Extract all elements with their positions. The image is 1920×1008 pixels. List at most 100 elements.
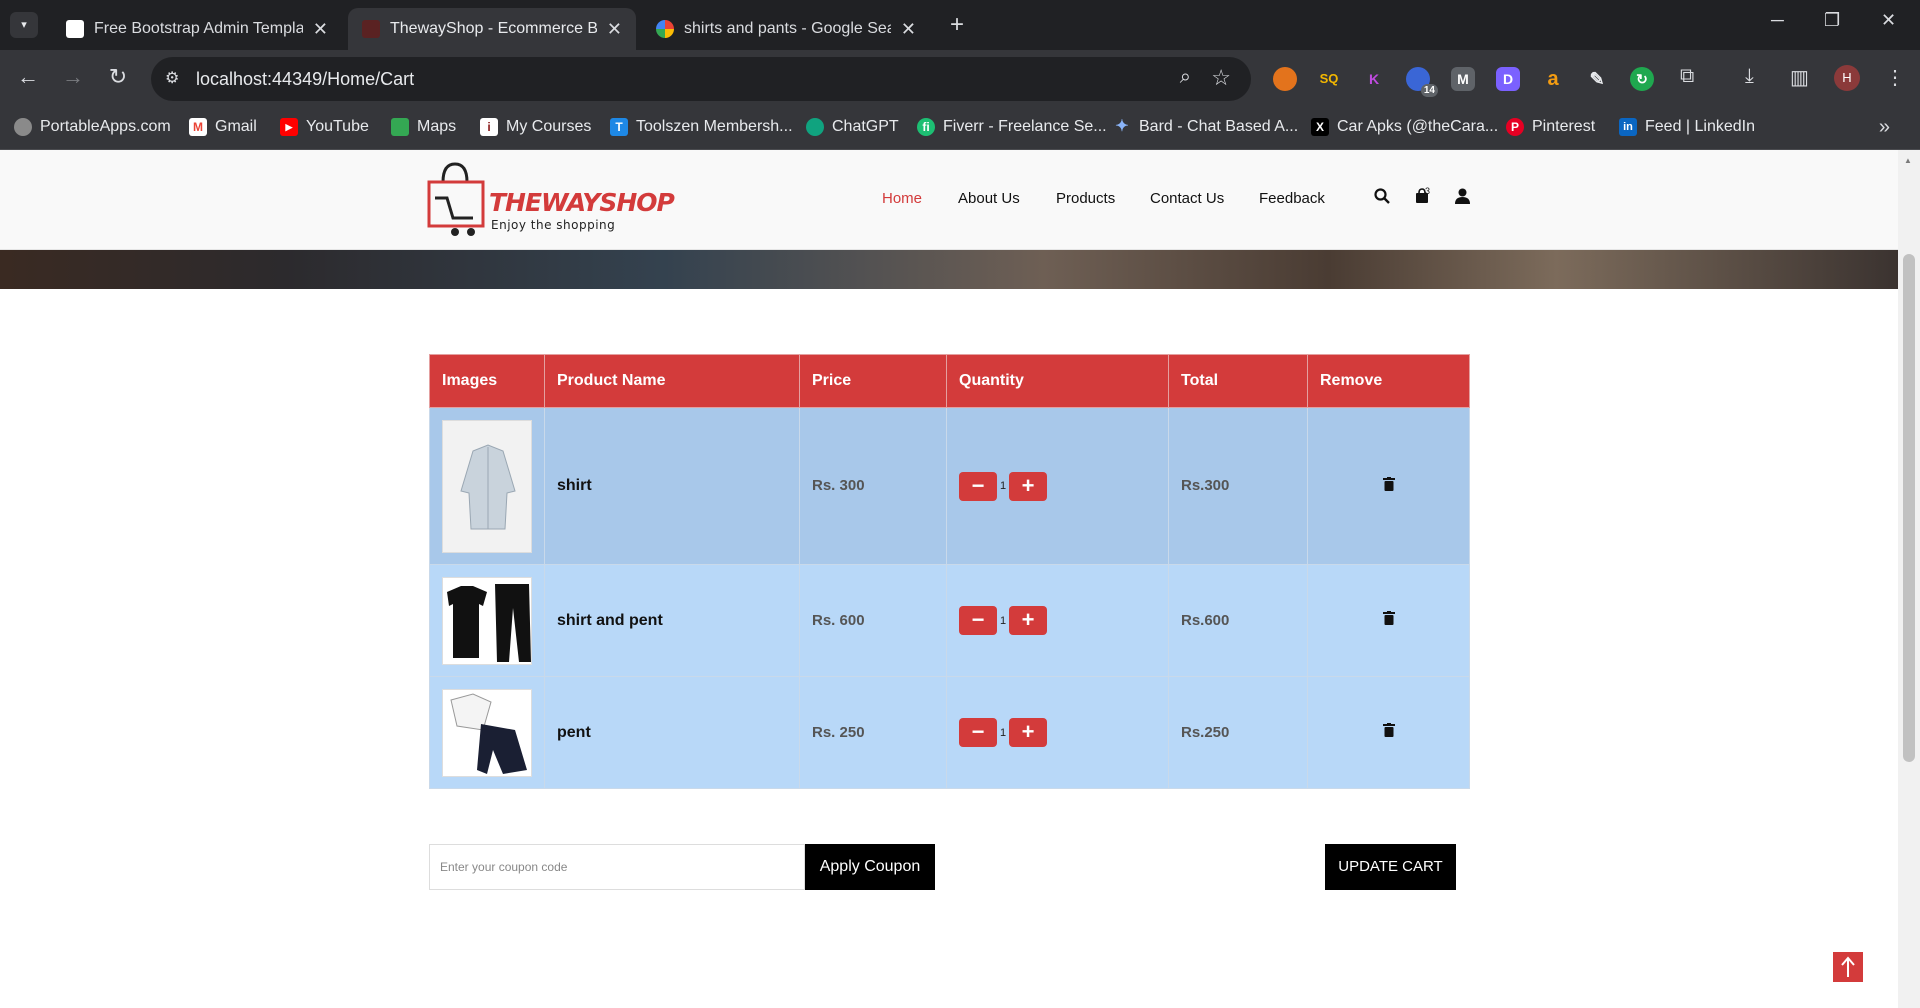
product-name[interactable]: pent — [557, 724, 591, 741]
google-favicon-icon — [656, 20, 674, 38]
extension-loop-icon[interactable]: 14 — [1406, 67, 1438, 97]
fiverr-icon: fi — [917, 118, 935, 136]
cart-count-badge: 3 — [1425, 186, 1431, 196]
bookmark-car-apks[interactable]: X Car Apks (@theCara... — [1311, 118, 1498, 136]
site-info-icon[interactable]: ⚙ — [165, 68, 179, 88]
coupon-code-input[interactable]: Enter your coupon code — [429, 844, 805, 890]
decrease-quantity-button[interactable]: − — [959, 718, 997, 747]
update-cart-button[interactable]: UPDATE CART — [1325, 844, 1456, 890]
nav-contact-us[interactable]: Contact Us — [1150, 190, 1224, 207]
trash-icon[interactable] — [1320, 611, 1457, 630]
page-viewport: THEWAYSHOP Enjoy the shopping Home About… — [0, 150, 1898, 1008]
tab-title: shirts and pants - Google Search — [684, 20, 891, 37]
bookmark-linkedin[interactable]: in Feed | LinkedIn — [1619, 118, 1755, 136]
browser-tab-google[interactable]: shirts and pants - Google Search ✕ — [642, 8, 930, 50]
downloads-icon[interactable]: ⤓ — [1745, 65, 1754, 88]
nav-products[interactable]: Products — [1056, 190, 1115, 207]
close-tab-icon[interactable]: ✕ — [607, 19, 622, 40]
browser-tab-thewayshop[interactable]: ThewayShop - Ecommerce Boot ✕ — [348, 8, 636, 50]
bookmark-gmail[interactable]: M Gmail — [189, 118, 257, 136]
user-icon[interactable] — [1455, 188, 1470, 209]
bookmark-fiverr[interactable]: fi Fiverr - Freelance Se... — [917, 118, 1107, 136]
close-tab-icon[interactable]: ✕ — [313, 19, 328, 40]
scroll-up-arrow-icon[interactable]: ▲ — [1904, 156, 1912, 165]
extension-sq-icon[interactable]: SQ — [1317, 67, 1341, 91]
back-to-top-button[interactable] — [1833, 952, 1863, 982]
document-favicon-icon — [66, 20, 84, 38]
product-image-shirt[interactable] — [442, 419, 532, 553]
extension-m-icon[interactable]: M — [1451, 67, 1475, 91]
extension-green-icon[interactable]: ↻ — [1630, 67, 1654, 91]
page-scrollbar[interactable]: ▲ — [1898, 150, 1920, 1008]
site-logo[interactable]: THEWAYSHOP Enjoy the shopping — [427, 162, 675, 240]
zoom-icon[interactable]: ⌕ — [1180, 66, 1191, 89]
bookmark-portableapps[interactable]: PortableApps.com — [14, 118, 171, 136]
extension-a-icon[interactable]: a — [1541, 67, 1565, 91]
bookmark-chatgpt[interactable]: ChatGPT — [806, 118, 899, 136]
header-quantity: Quantity — [946, 354, 1169, 408]
address-bar[interactable]: ⚙ localhost:44349/Home/Cart ⌕ ☆ — [151, 57, 1251, 101]
product-name[interactable]: shirt and pent — [557, 612, 663, 629]
quantity-value[interactable]: 1 — [1000, 727, 1006, 739]
extension-k-icon[interactable]: K — [1362, 67, 1386, 91]
product-name[interactable]: shirt — [557, 477, 592, 494]
trash-icon[interactable] — [1320, 476, 1457, 496]
extension-d-icon[interactable]: D — [1496, 67, 1520, 91]
bookmark-label: Feed | LinkedIn — [1645, 118, 1756, 135]
quantity-value[interactable]: 1 — [1000, 480, 1006, 492]
browser-tab-admin[interactable]: Free Bootstrap Admin Template ✕ — [52, 8, 342, 50]
side-panel-icon[interactable]: ▥ — [1790, 65, 1809, 90]
restore-icon[interactable]: ❐ — [1824, 10, 1840, 31]
extension-picker-icon[interactable]: ✎ — [1585, 67, 1609, 91]
product-name-cell: shirt — [544, 407, 800, 565]
tab-search-button[interactable]: ▾ — [10, 12, 38, 38]
bookmark-my-courses[interactable]: i My Courses — [480, 118, 591, 136]
search-icon[interactable] — [1374, 188, 1390, 209]
bookmark-label: Fiverr - Freelance Se... — [943, 118, 1107, 135]
header-product-name: Product Name — [544, 354, 800, 408]
increase-quantity-button[interactable]: + — [1009, 471, 1047, 501]
bookmark-bard[interactable]: ✦ Bard - Chat Based A... — [1113, 118, 1298, 136]
product-image-shirt-and-pent[interactable] — [442, 576, 532, 665]
image-cell — [429, 564, 545, 677]
increase-quantity-button[interactable]: + — [1009, 606, 1047, 635]
brand-tagline: Enjoy the shopping — [491, 218, 616, 232]
scrollbar-thumb[interactable] — [1903, 254, 1915, 762]
forward-icon[interactable]: → — [58, 64, 88, 90]
close-window-icon[interactable]: ✕ — [1881, 10, 1896, 31]
bookmark-toolszen[interactable]: T Toolszen Membersh... — [610, 118, 793, 136]
quantity-stepper: − 1 + — [959, 606, 1156, 635]
bookmark-maps[interactable]: Maps — [391, 118, 456, 136]
bookmark-star-icon[interactable]: ☆ — [1211, 65, 1231, 91]
portableapps-icon — [14, 118, 32, 136]
bookmark-youtube[interactable]: ▶ YouTube — [280, 118, 369, 136]
new-tab-button[interactable]: + — [950, 12, 964, 38]
chrome-menu-icon[interactable]: ⋮ — [1885, 65, 1905, 90]
more-bookmarks-icon[interactable]: » — [1879, 116, 1890, 139]
increase-quantity-button[interactable]: + — [1009, 718, 1047, 747]
extensions-puzzle-icon[interactable]: ⧉ — [1680, 65, 1694, 88]
nav-about-us[interactable]: About Us — [958, 190, 1020, 207]
trash-icon[interactable] — [1320, 723, 1457, 742]
nav-home[interactable]: Home — [882, 190, 922, 207]
decrease-quantity-button[interactable]: − — [959, 471, 997, 501]
profile-avatar[interactable]: H — [1834, 65, 1860, 91]
url-text[interactable]: localhost:44349/Home/Cart — [196, 69, 414, 90]
apply-coupon-button[interactable]: Apply Coupon — [805, 844, 935, 890]
pinterest-icon: P — [1506, 118, 1524, 136]
reload-icon[interactable]: ↻ — [103, 64, 133, 90]
quantity-value[interactable]: 1 — [1000, 615, 1006, 627]
back-icon[interactable]: ← — [13, 64, 43, 90]
nav-feedback[interactable]: Feedback — [1259, 190, 1325, 207]
product-name-cell: shirt and pent — [544, 564, 800, 677]
bookmark-label: My Courses — [506, 118, 592, 135]
minimize-icon[interactable]: ─ — [1771, 10, 1784, 31]
close-tab-icon[interactable]: ✕ — [901, 19, 916, 40]
bookmark-label: Gmail — [215, 118, 257, 135]
product-image-pent[interactable] — [442, 688, 532, 777]
bookmark-pinterest[interactable]: P Pinterest — [1506, 118, 1595, 136]
decrease-quantity-button[interactable]: − — [959, 606, 997, 635]
brand-name: THEWAYSHOP — [489, 188, 675, 217]
line-total: Rs.250 — [1181, 723, 1230, 741]
extension-orange-icon[interactable] — [1273, 67, 1297, 91]
